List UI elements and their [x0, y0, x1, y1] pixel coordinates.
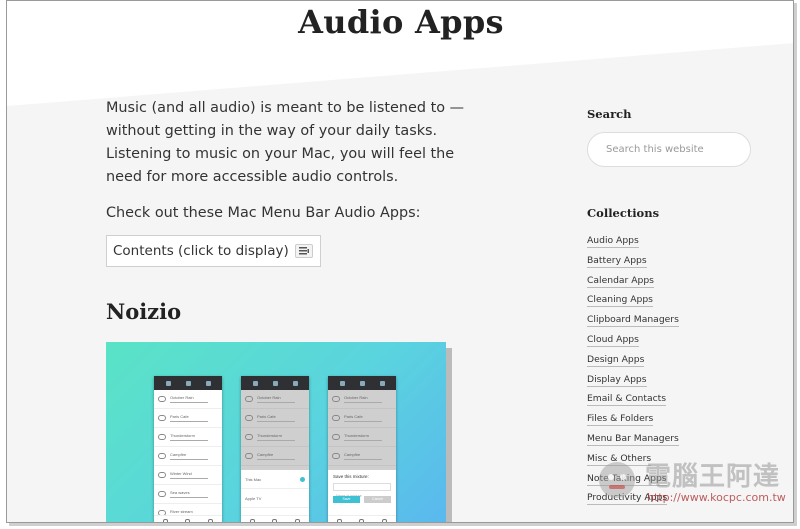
save-dialog: Save this mixture: Name of mixture Save … [328, 470, 396, 507]
app-panel-devices: October Rain Paris Cafe Thunderstorm Cam… [241, 376, 309, 522]
intro-paragraph: Music (and all audio) is meant to be lis… [106, 100, 465, 185]
fire-icon [158, 453, 166, 459]
device-item: This Mac [241, 470, 309, 489]
save-icon [359, 518, 365, 522]
gear-icon [292, 380, 298, 386]
timer-icon [208, 518, 214, 522]
browser-viewport: Audio Apps Music (and all audio) is mean… [6, 0, 794, 523]
cloud-icon [245, 396, 253, 402]
collection-link-display-apps[interactable]: Display Apps [587, 373, 647, 387]
article-content: Music (and all audio) is meant to be lis… [106, 97, 466, 267]
chat-icon [162, 518, 168, 522]
cloud-icon [332, 396, 340, 402]
gear-icon [205, 380, 211, 386]
dialog-title: Save this mixture: [333, 474, 369, 479]
cup-icon [332, 415, 340, 421]
list-item: Campfire [241, 447, 309, 466]
list-icon [339, 380, 345, 386]
cancel-button: Cancel [364, 496, 391, 503]
site-watermark: 電腦王阿達 http://www.kocpc.com.tw [585, 456, 793, 514]
panel-toolbar [328, 376, 396, 390]
watermark-url: http://www.kocpc.com.tw [647, 491, 786, 504]
list-item: Paris Cafe [154, 409, 222, 428]
mixture-name-field: Name of mixture [333, 483, 391, 498]
fire-icon [332, 453, 340, 459]
list-item: October Rain [154, 390, 222, 409]
section-title: Noizio [106, 299, 182, 324]
list-item: October Rain [241, 390, 309, 409]
list-item: Sea waves [154, 485, 222, 504]
save-icon [272, 518, 278, 522]
collection-link-design-apps[interactable]: Design Apps [587, 353, 645, 367]
collection-link-battery-apps[interactable]: Battery Apps [587, 254, 647, 268]
mascot-icon [599, 462, 635, 498]
app-panel-sounds: October Rain Paris Cafe Thunderstorm Cam… [154, 376, 222, 522]
collections-heading: Collections [587, 206, 660, 220]
cloud-icon [158, 396, 166, 402]
collection-link-menu-bar-managers[interactable]: Menu Bar Managers [587, 432, 679, 446]
fire-icon [245, 453, 253, 459]
list-item: Thunderstorm [154, 428, 222, 447]
toc-toggle-button[interactable]: Contents (click to display) [106, 235, 321, 267]
search-input[interactable] [587, 132, 751, 167]
chat-icon [336, 518, 342, 522]
save-icon [185, 518, 191, 522]
list-item: Paris Cafe [328, 409, 396, 428]
grid-icon [185, 380, 191, 386]
list-item: October Rain [328, 390, 396, 409]
list-item: Winter Wind [154, 466, 222, 485]
panel-toolbar [241, 376, 309, 390]
cup-icon [158, 415, 166, 421]
collection-link-clipboard-managers[interactable]: Clipboard Managers [587, 314, 679, 328]
timer-icon [295, 518, 301, 522]
grid-icon [272, 380, 278, 386]
collection-link-cleaning-apps[interactable]: Cleaning Apps [587, 294, 653, 308]
storm-icon [332, 434, 340, 440]
collection-link-calendar-apps[interactable]: Calendar Apps [587, 274, 654, 288]
search-heading: Search [587, 107, 632, 121]
list-icon [294, 244, 313, 258]
list-item: Thunderstorm [328, 428, 396, 447]
panel-footer [241, 515, 309, 522]
dimmed-list: October Rain Paris Cafe Thunderstorm Cam… [328, 390, 396, 470]
collection-link-audio-apps[interactable]: Audio Apps [587, 235, 639, 248]
list-item: Thunderstorm [241, 428, 309, 447]
lead-paragraph: Check out these Mac Menu Bar Audio Apps: [106, 205, 421, 221]
check-icon [300, 476, 305, 482]
save-button: Save [333, 496, 360, 503]
collection-link-cloud-apps[interactable]: Cloud Apps [587, 333, 639, 347]
storm-icon [158, 434, 166, 440]
grid-icon [359, 380, 365, 386]
device-item: Apple TV [241, 489, 309, 508]
storm-icon [245, 434, 253, 440]
sidebar: Search Collections Audio Apps Battery Ap… [587, 107, 767, 507]
list-icon [252, 380, 258, 386]
watermark-text: 電腦王阿達 [645, 462, 781, 492]
panel-toolbar [154, 376, 222, 390]
noizio-screenshot-image[interactable]: October Rain Paris Cafe Thunderstorm Cam… [106, 342, 446, 522]
timer-icon [382, 518, 388, 522]
gear-icon [379, 380, 385, 386]
list-item: Campfire [154, 447, 222, 466]
wind-icon [158, 472, 166, 478]
collection-link-email-contacts[interactable]: Email & Contacts [587, 393, 667, 407]
dimmed-list: October Rain Paris Cafe Thunderstorm Cam… [241, 390, 309, 470]
list-item: Paris Cafe [241, 409, 309, 428]
chat-icon [249, 518, 255, 522]
app-panel-save-mix: October Rain Paris Cafe Thunderstorm Cam… [328, 376, 396, 522]
list-icon [165, 380, 171, 386]
toc-label: Contents (click to display) [113, 243, 289, 259]
dialog-actions: Save Cancel [333, 496, 391, 503]
list-item: Campfire [328, 447, 396, 466]
panel-footer [154, 515, 222, 522]
collection-link-files-folders[interactable]: Files & Folders [587, 413, 654, 427]
wave-icon [158, 491, 166, 497]
cup-icon [245, 415, 253, 421]
page-title: Audio Apps [298, 3, 504, 41]
panel-footer [328, 515, 396, 522]
